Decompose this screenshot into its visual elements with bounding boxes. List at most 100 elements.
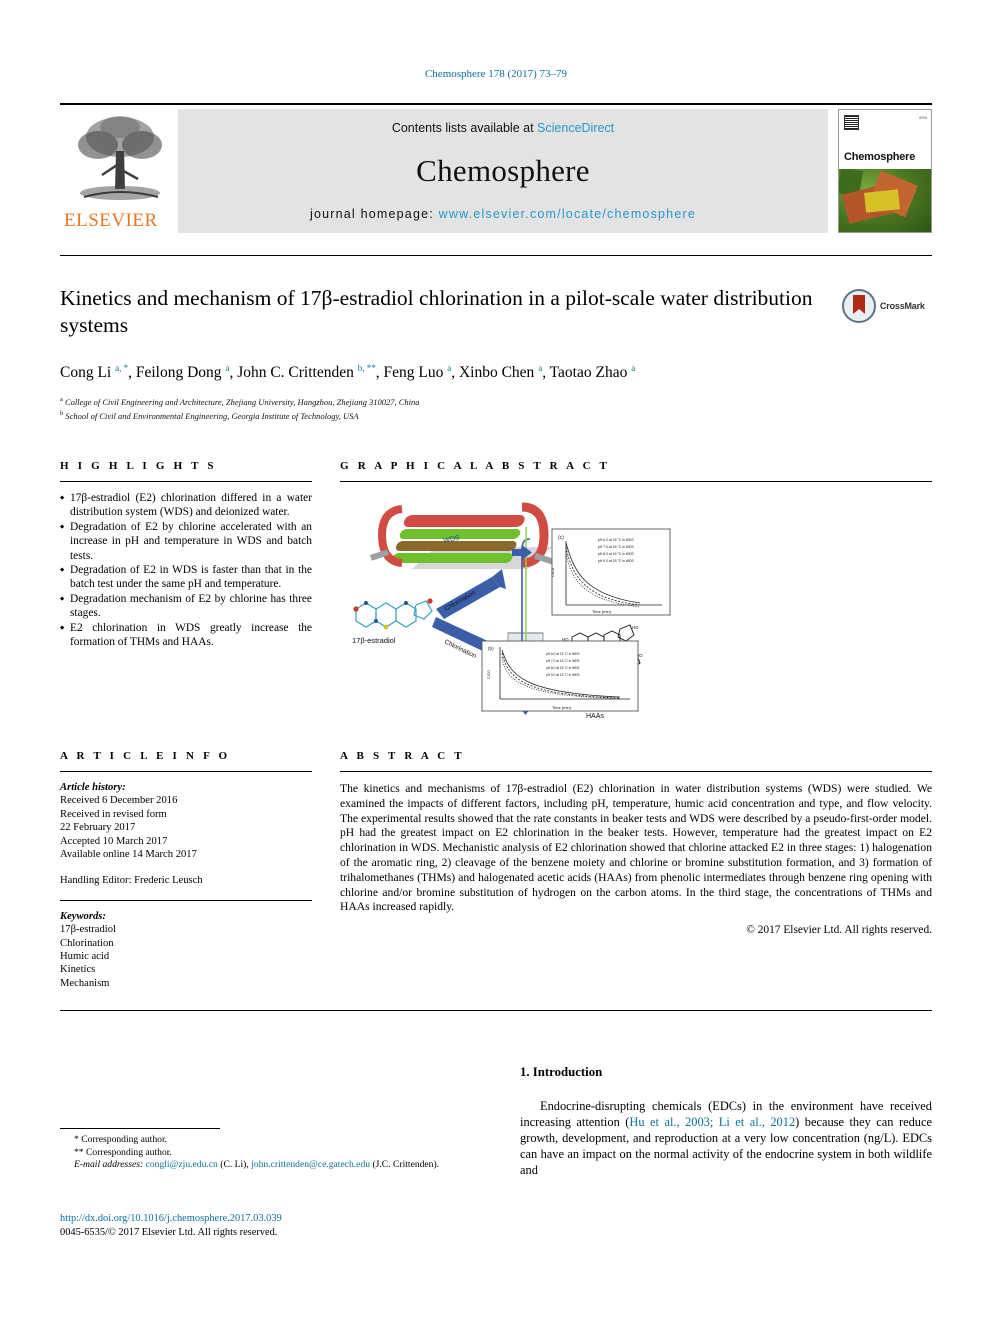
contents-prefix: Contents lists available at — [391, 121, 534, 135]
homepage-prefix: journal homepage: — [309, 207, 434, 221]
elsevier-tree-icon — [78, 116, 162, 200]
article-history-line: Available online 14 March 2017 — [60, 849, 197, 861]
sciencedirect-link[interactable]: ScienceDirect — [537, 121, 614, 135]
asterisk-icon: * — [74, 1134, 79, 1145]
article-history-block: Article history: Received 6 December 201… — [60, 781, 312, 888]
issn-copyright: 0045-6535/© 2017 Elsevier Ltd. All right… — [60, 1227, 278, 1238]
graphical-abstract-figure: 17β-estradiol Chlorination Chlorination — [340, 491, 932, 720]
highlights-divider — [60, 481, 312, 482]
keywords-lines: 17β-estradiol Chlorination Humic acid Kinet… — [60, 923, 312, 990]
email-label: E-mail addresses: — [74, 1159, 144, 1171]
highlight-item: 17β-estradiol (E2) chlorination differed… — [60, 491, 312, 520]
crossmark-badge[interactable]: CrossMark — [842, 287, 934, 325]
keyword-item: 17β-estradiol — [60, 924, 116, 936]
article-info-divider-top — [60, 771, 312, 772]
abstract-divider — [340, 771, 932, 772]
journal-homepage-line: journal homepage: www.elsevier.com/locat… — [178, 207, 828, 221]
paper-page: Chemosphere 178 (2017) 73–79 ELSEVIER Co… — [0, 0, 992, 1323]
elsevier-wordmark: ELSEVIER — [64, 210, 158, 231]
ga-chart-lower-left: (b) pH 6.0 at 15 °C in WDS pH 7.0 at 15 … — [481, 640, 639, 712]
highlight-item: E2 chlorination in WDS greatly increase … — [60, 621, 312, 650]
article-history-line: Received 6 December 2016 — [60, 795, 178, 807]
author-list: Cong Li a, *, Feilong Dong a, John C. Cr… — [60, 363, 636, 382]
abstract-heading: A B S T R A C T — [340, 750, 465, 762]
affiliation-list: a College of Civil Engineering and Archi… — [60, 394, 932, 422]
article-history-line: Accepted 10 March 2017 — [60, 835, 168, 847]
cover-publisher-icon — [844, 115, 859, 130]
corresponding-author-1: * Corresponding author. — [74, 1134, 168, 1145]
keywords-block: Keywords: 17β-estradiol Chlorination Humic… — [60, 910, 312, 990]
svg-text:Time (min): Time (min) — [552, 705, 572, 710]
keyword-item: Chlorination — [60, 937, 114, 949]
running-head: Chemosphere 178 (2017) 73–79 — [424, 68, 568, 80]
estradiol-molecule-icon — [355, 600, 433, 628]
elsevier-logo: ELSEVIER — [60, 109, 178, 233]
svg-text:pH 9.0 at 15 °C in WDS: pH 9.0 at 15 °C in WDS — [598, 559, 634, 563]
molecule-label: 17β-estradiol — [352, 636, 396, 645]
doi-block: http://dx.doi.org/10.1016/j.chemosphere.… — [60, 1212, 282, 1240]
keywords-label: Keywords: — [60, 910, 106, 922]
highlights-section: H I G H L I G H T S 17β-estradiol (E2) c… — [60, 460, 312, 649]
title-divider — [60, 255, 932, 256]
svg-text:Time (min): Time (min) — [592, 609, 612, 614]
cover-journal-name: Chemosphere — [844, 150, 916, 163]
introduction-paragraph: Endocrine-disrupting chemicals (EDCs) in… — [520, 1099, 932, 1177]
page-title: Kinetics and mechanism of 17β-estradiol … — [60, 286, 813, 337]
keyword-item: Humic acid — [60, 951, 110, 963]
crossmark-icon — [842, 289, 876, 323]
doi-link[interactable]: http://dx.doi.org/10.1016/j.chemosphere.… — [60, 1212, 282, 1226]
svg-text:pH 6.0 at 15 °C in WDS: pH 6.0 at 15 °C in WDS — [546, 652, 580, 656]
highlight-item: Degradation mechanism of E2 by chlorine … — [60, 592, 312, 621]
article-history-line: 22 February 2017 — [60, 822, 136, 834]
introduction-heading: 1. Introduction — [520, 1065, 603, 1079]
keyword-item: Mechanism — [60, 977, 110, 989]
contents-available-line: Contents lists available at ScienceDirec… — [178, 121, 828, 135]
corresponding-author-2: ** Corresponding author. — [74, 1146, 172, 1158]
cover-photo — [839, 168, 931, 232]
svg-text:pH 6.0 at 15 °C in WDS: pH 6.0 at 15 °C in WDS — [598, 538, 634, 542]
article-info-section: A R T I C L E I N F O Article history: R… — [60, 750, 312, 990]
svg-text:pH 7.0 at 15 °C in WDS: pH 7.0 at 15 °C in WDS — [546, 659, 580, 663]
svg-text:HO: HO — [632, 625, 639, 630]
cover-issue-text: ISSN — [918, 116, 927, 120]
svg-text:pH 7.0 at 15 °C in WDS: pH 7.0 at 15 °C in WDS — [598, 545, 634, 549]
email-owner-2: (J.C. Crittenden). — [372, 1159, 440, 1171]
svg-text:C/C0: C/C0 — [487, 670, 491, 679]
highlight-item: Degradation of E2 by chlorine accelerate… — [60, 520, 312, 563]
abstract-bottom-rule — [60, 1010, 932, 1011]
svg-text:pH 8.0 at 15 °C in WDS: pH 8.0 at 15 °C in WDS — [546, 666, 580, 670]
footnote-block: * Corresponding author. ** Corresponding… — [60, 1134, 500, 1172]
masthead-center-panel: Contents lists available at ScienceDirec… — [178, 109, 828, 233]
crossmark-label: CrossMark — [880, 301, 925, 311]
journal-title: Chemosphere — [416, 153, 590, 188]
graphical-abstract-heading: G R A P H I C A L A B S T R A C T — [340, 460, 611, 472]
journal-masthead: ELSEVIER Contents lists available at Sci… — [60, 103, 932, 235]
article-history-line: Received in revised form — [60, 808, 167, 820]
homepage-url-link[interactable]: www.elsevier.com/locate/chemosphere — [439, 207, 696, 221]
journal-cover-thumbnail: ISSN Chemosphere — [838, 109, 932, 233]
graphical-abstract-section: G R A P H I C A L A B S T R A C T 17β-es… — [340, 460, 932, 720]
svg-text:pH 8.0 at 15 °C in WDS: pH 8.0 at 15 °C in WDS — [598, 552, 634, 556]
email-addresses-line: E-mail addresses: congli@zju.edu.cn (C. … — [60, 1159, 500, 1172]
email-link-2[interactable]: john.crittenden@ce.gatech.edu — [251, 1159, 370, 1170]
abstract-section: A B S T R A C T The kinetics and mechani… — [340, 750, 932, 936]
wds-pipe-loop-icon: WDS — [370, 502, 557, 569]
graphical-abstract-divider — [340, 481, 932, 482]
double-asterisk-icon: ** — [74, 1146, 84, 1158]
affiliation: b School of Civil and Environmental Engi… — [60, 409, 359, 421]
article-history-label: Article history: — [60, 782, 126, 793]
article-info-divider-bottom — [60, 899, 312, 901]
svg-text:pH 9.0 at 15 °C in WDS: pH 9.0 at 15 °C in WDS — [546, 673, 580, 677]
email-owner-1: (C. Li), — [220, 1159, 249, 1171]
ga-chart-top: (c) pH 6.0 at 15 °C in WDS pH 7.0 at 15 … — [550, 528, 671, 616]
svg-text:C/C0: C/C0 — [550, 567, 555, 577]
highlights-heading: H I G H L I G H T S — [60, 460, 217, 472]
highlight-item: Degradation of E2 in WDS is faster than … — [60, 563, 312, 592]
citation-link[interactable]: Hu et al., 2003; Li et al., 2012 — [629, 1115, 795, 1129]
footnote-divider — [60, 1128, 220, 1129]
abstract-body: The kinetics and mechanisms of 17β-estra… — [340, 782, 932, 914]
svg-text:(b): (b) — [488, 646, 494, 651]
email-link-1[interactable]: congli@zju.edu.cn — [146, 1159, 218, 1170]
highlights-list: 17β-estradiol (E2) chlorination differed… — [60, 491, 312, 649]
handling-editor: Handling Editor: Frederic Leusch — [60, 875, 203, 887]
